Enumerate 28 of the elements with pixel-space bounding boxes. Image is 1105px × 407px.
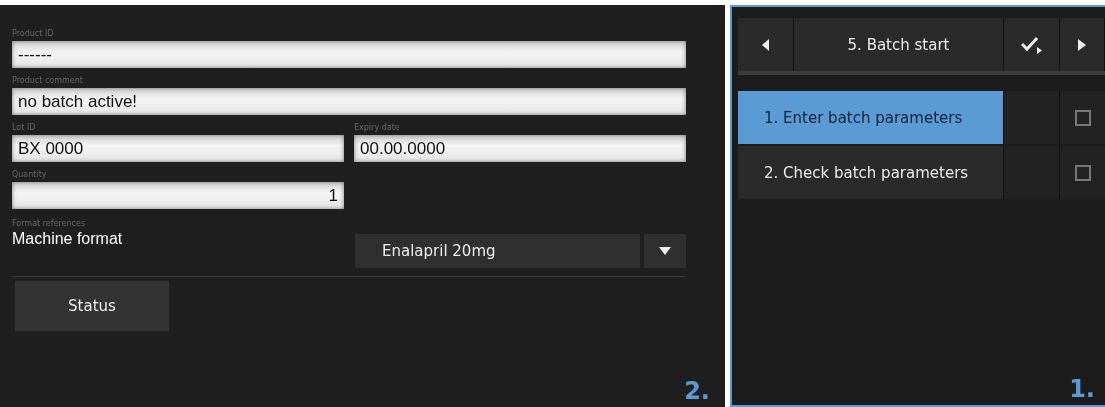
step-item[interactable]: 2. Check batch parameters	[738, 146, 1003, 199]
dropdown[interactable]: Enalapril 20mg	[355, 234, 640, 268]
checkbox[interactable]	[1074, 164, 1091, 181]
format-name: Machine format	[12, 230, 124, 248]
field-label: Quantity	[12, 169, 48, 181]
caret-icon	[658, 246, 672, 256]
field-label: Lot ID	[12, 122, 37, 134]
input-field[interactable]: BX 0000	[12, 135, 344, 162]
next-button[interactable]	[1060, 18, 1105, 71]
panel-number: 1.	[1069, 375, 1095, 403]
step-item[interactable]: 1. Enter batch parameters	[738, 91, 1003, 144]
field-label: Expiry date	[354, 122, 401, 134]
field-label: Format references	[12, 218, 87, 230]
check-icon	[1019, 35, 1044, 54]
input-field[interactable]: ------	[12, 41, 686, 68]
confirm-button[interactable]	[1004, 18, 1060, 71]
left-arrow-icon	[761, 38, 770, 51]
dropdown-button[interactable]	[644, 234, 686, 268]
input-field[interactable]: 1	[12, 182, 344, 209]
field-label: Product ID	[12, 28, 55, 40]
step-title: 5. Batch start	[794, 18, 1004, 71]
panel-number: 2.	[684, 377, 710, 405]
status-button[interactable]: Status	[14, 280, 170, 332]
field-label: Product comment	[12, 75, 84, 87]
input-field[interactable]: 00.00.0000	[354, 135, 686, 162]
right-arrow-icon	[1078, 38, 1086, 51]
checkbox[interactable]	[1074, 109, 1091, 126]
input-field[interactable]: no batch active!	[12, 88, 686, 115]
